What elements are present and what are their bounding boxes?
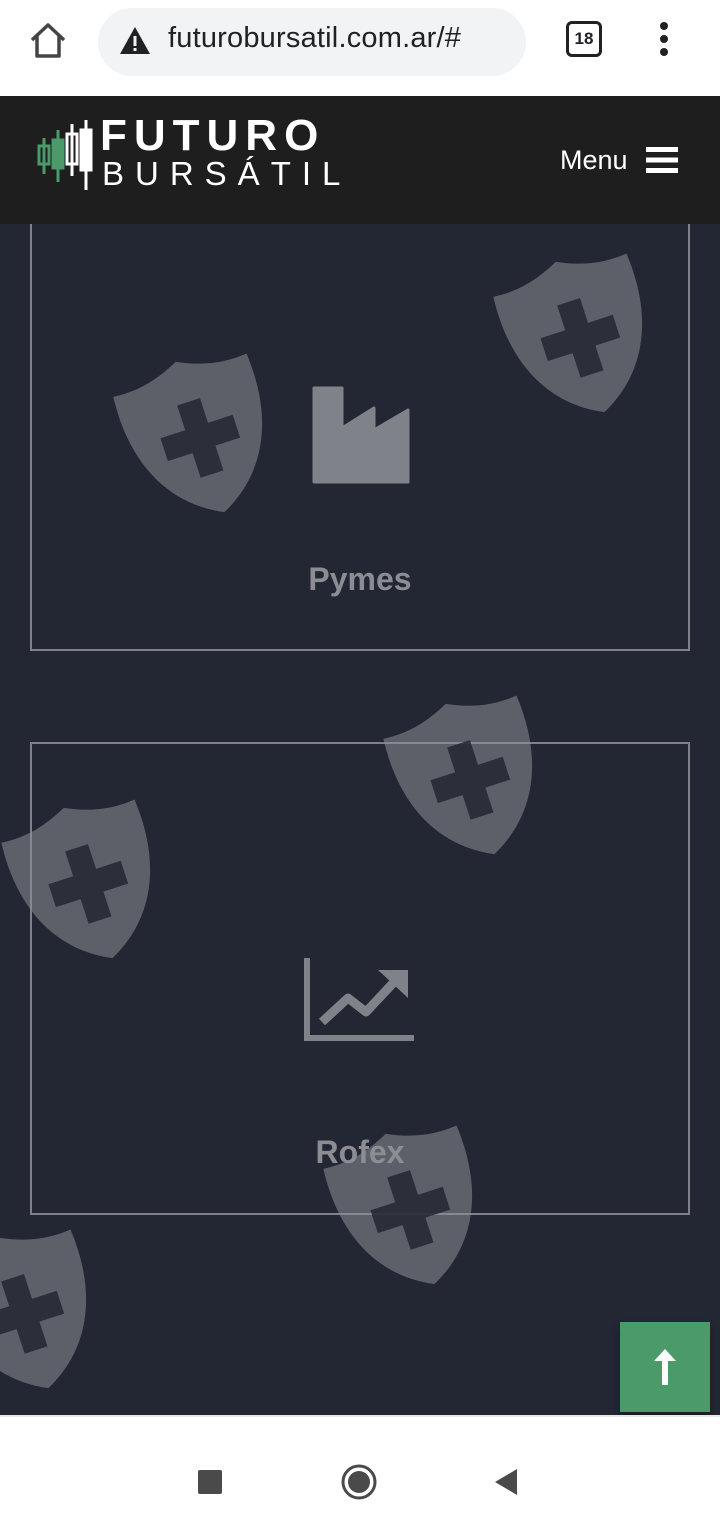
chart-line-icon	[304, 958, 414, 1041]
main-content: Pymes Rofex	[0, 224, 720, 1415]
hamburger-icon	[645, 147, 678, 173]
menu-button[interactable]: Menu	[560, 136, 700, 184]
scroll-to-top-button[interactable]	[620, 1322, 710, 1412]
system-nav-bar	[0, 1415, 720, 1529]
recents-icon[interactable]	[198, 1470, 222, 1494]
card-label-pymes: Pymes	[308, 561, 412, 597]
logo-text-bottom[interactable]: BURSÁTIL	[102, 156, 351, 192]
more-options-icon[interactable]	[652, 20, 676, 60]
address-bar[interactable]: futurobursatil.com.ar/#	[98, 8, 526, 76]
menu-label: Menu	[560, 144, 628, 175]
url-text[interactable]: futurobursatil.com.ar/#	[168, 22, 461, 55]
logo-candlestick-icon[interactable]	[36, 116, 98, 194]
back-icon[interactable]	[493, 1467, 519, 1497]
site-header: FUTURO BURSÁTIL Menu	[0, 96, 720, 224]
logo-text-top[interactable]: FUTURO	[100, 114, 325, 158]
warning-icon[interactable]	[118, 24, 152, 58]
shield-plus-icon	[0, 1229, 87, 1389]
home-circle-icon[interactable]	[340, 1463, 378, 1501]
home-icon[interactable]	[26, 18, 70, 62]
factory-icon	[312, 386, 410, 484]
tab-switcher-button[interactable]: 18	[566, 21, 602, 57]
browser-toolbar: futurobursatil.com.ar/# 18	[0, 0, 720, 97]
arrow-up-icon	[654, 1349, 676, 1385]
